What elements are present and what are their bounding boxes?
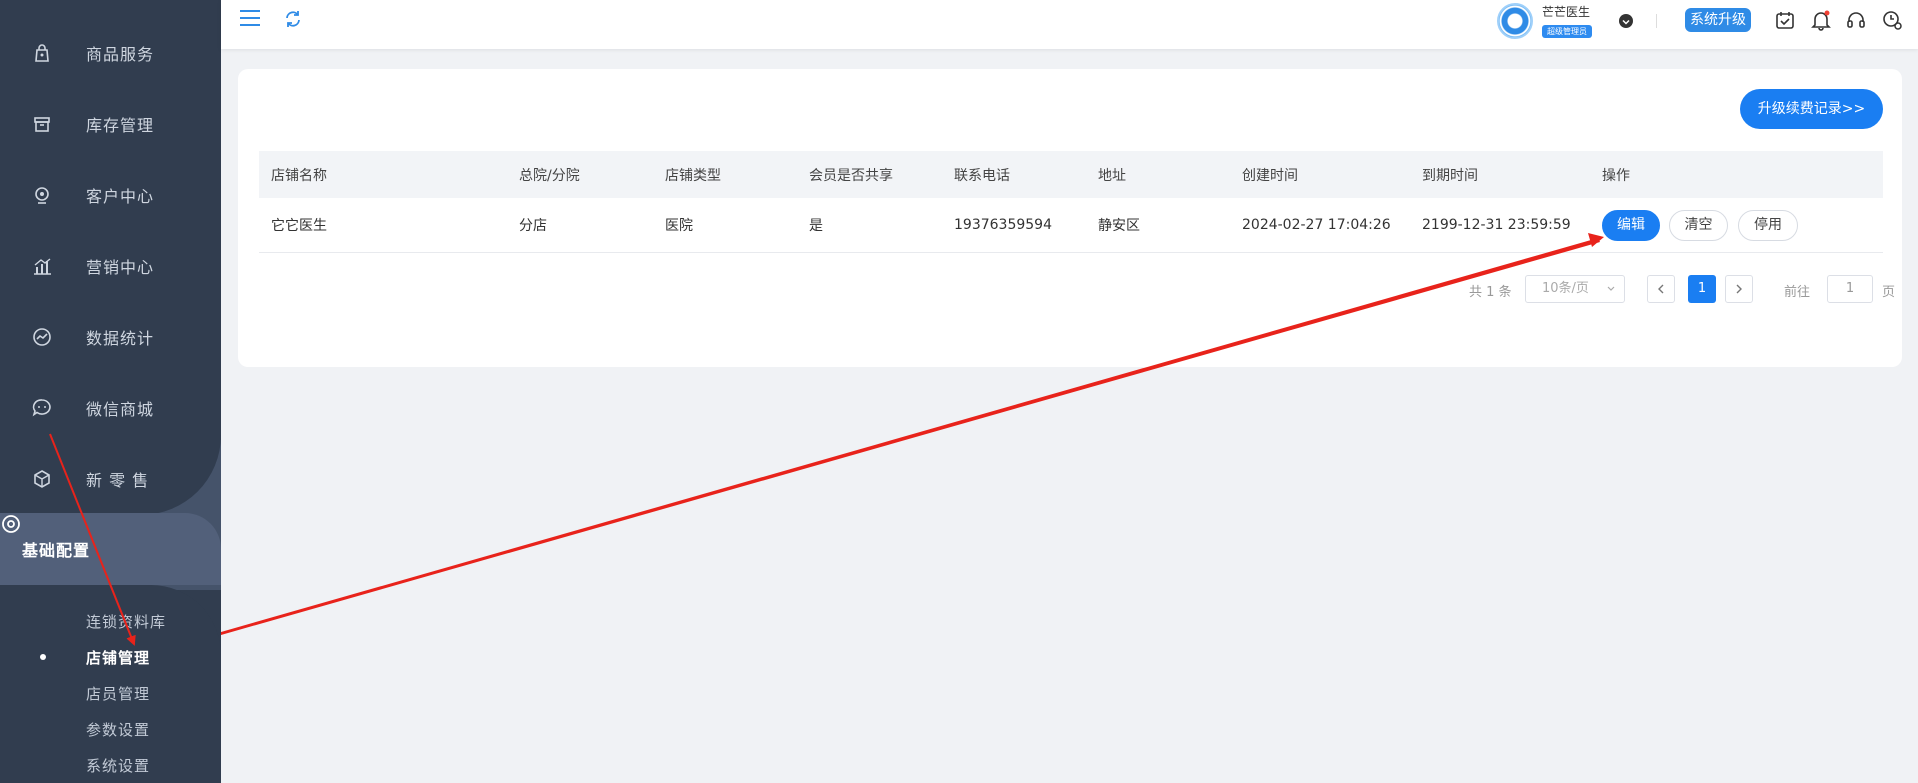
subitem-chain-library[interactable]: 连锁资料库 bbox=[86, 611, 166, 632]
table-row: 它它医生 分店 医院 是 19376359594 静安区 2024-02-27 … bbox=[259, 198, 1883, 253]
column-header: 联系电话 bbox=[954, 167, 1010, 184]
column-header: 到期时间 bbox=[1422, 167, 1478, 184]
sidebar: 商品服务 库存管理 客户中心 营销中心 数据统计 微信商城 新 零 售 基础配置… bbox=[0, 0, 221, 783]
cube-icon bbox=[31, 468, 53, 490]
branch-type-cell: 分店 bbox=[519, 218, 547, 234]
column-header: 店铺名称 bbox=[271, 167, 327, 184]
expire-time-cell: 2199-12-31 23:59:59 bbox=[1422, 217, 1571, 233]
created-time-cell: 2024-02-27 17:04:26 bbox=[1242, 217, 1391, 233]
goto-label: 前往 bbox=[1784, 285, 1811, 300]
store-list-card: 升级续费记录>> 店铺名称 总院/分院 店铺类型 会员是否共享 联系电话 地址 … bbox=[238, 69, 1902, 367]
sidebar-item-customers[interactable]: 客户中心 bbox=[0, 159, 221, 230]
chevron-right-icon bbox=[1736, 284, 1742, 294]
sidebar-item-label: 新 零 售 bbox=[86, 470, 150, 490]
subitem-staff-management[interactable]: 店员管理 bbox=[86, 683, 150, 704]
sidebar-item-label: 营销中心 bbox=[86, 257, 155, 277]
store-table: 店铺名称 总院/分院 店铺类型 会员是否共享 联系电话 地址 创建时间 到期时间… bbox=[259, 151, 1883, 253]
table-header: 店铺名称 总院/分院 店铺类型 会员是否共享 联系电话 地址 创建时间 到期时间… bbox=[259, 151, 1883, 198]
bag-icon bbox=[31, 42, 53, 64]
active-dot bbox=[40, 654, 46, 660]
chevron-left-icon bbox=[1658, 284, 1664, 294]
subitem-parameter-settings[interactable]: 参数设置 bbox=[86, 719, 150, 740]
system-upgrade-button[interactable]: 系统升级 bbox=[1685, 8, 1751, 32]
page-number-current[interactable]: 1 bbox=[1688, 275, 1716, 303]
address-cell: 静安区 bbox=[1098, 218, 1140, 234]
box-icon bbox=[31, 113, 53, 135]
disable-button[interactable]: 停用 bbox=[1738, 210, 1798, 241]
chat-icon bbox=[31, 397, 53, 419]
sidebar-item-label: 商品服务 bbox=[86, 44, 155, 64]
goto-page-input[interactable]: 1 bbox=[1827, 275, 1873, 303]
column-header: 地址 bbox=[1098, 167, 1126, 184]
bar-chart-icon bbox=[31, 255, 53, 277]
sidebar-item-statistics[interactable]: 数据统计 bbox=[0, 301, 221, 372]
prev-page-button[interactable] bbox=[1647, 275, 1675, 303]
calendar-check-icon[interactable] bbox=[1774, 9, 1796, 31]
avatar[interactable] bbox=[1497, 3, 1533, 39]
user-head-icon bbox=[31, 184, 53, 206]
trend-icon bbox=[31, 326, 53, 348]
top-bar: 芒芒医生 超级管理员 系统升级 bbox=[221, 0, 1918, 49]
bell-icon[interactable] bbox=[1810, 9, 1832, 31]
column-header: 总院/分院 bbox=[519, 167, 580, 184]
column-header: 会员是否共享 bbox=[809, 167, 893, 184]
sidebar-item-new-retail[interactable]: 新 零 售 bbox=[0, 443, 221, 514]
page-size-select[interactable]: 10条/页 bbox=[1525, 275, 1625, 303]
chevron-down-icon[interactable] bbox=[1619, 14, 1633, 28]
user-clock-icon[interactable] bbox=[1881, 9, 1903, 31]
sidebar-item-marketing[interactable]: 营销中心 bbox=[0, 230, 221, 301]
column-header: 操作 bbox=[1602, 167, 1630, 184]
subitem-system-settings[interactable]: 系统设置 bbox=[86, 755, 150, 776]
phone-cell: 19376359594 bbox=[954, 217, 1052, 233]
upgrade-renewal-records-button[interactable]: 升级续费记录>> bbox=[1740, 89, 1883, 129]
store-name-cell: 它它医生 bbox=[271, 218, 327, 234]
member-share-cell: 是 bbox=[809, 218, 823, 234]
hamburger-menu-icon[interactable] bbox=[239, 9, 261, 27]
sidebar-item-label: 微信商城 bbox=[86, 399, 155, 419]
sidebar-item-label: 数据统计 bbox=[86, 328, 155, 348]
page-unit-label: 页 bbox=[1882, 285, 1896, 300]
column-header: 创建时间 bbox=[1242, 167, 1298, 184]
headset-icon[interactable] bbox=[1845, 9, 1867, 31]
subitem-store-management[interactable]: 店铺管理 bbox=[86, 647, 150, 668]
divider bbox=[1656, 14, 1657, 28]
sidebar-item-inventory[interactable]: 库存管理 bbox=[0, 88, 221, 159]
edit-button[interactable]: 编辑 bbox=[1602, 210, 1660, 241]
sidebar-item-label: 库存管理 bbox=[86, 115, 155, 135]
pagination-total: 共 1 条 bbox=[1469, 285, 1512, 300]
user-name: 芒芒医生 bbox=[1542, 5, 1591, 19]
sidebar-item-label: 基础配置 bbox=[22, 541, 91, 560]
store-type-cell: 医院 bbox=[665, 218, 693, 234]
sidebar-item-goods[interactable]: 商品服务 bbox=[0, 17, 221, 88]
refresh-icon[interactable] bbox=[283, 9, 303, 29]
column-header: 店铺类型 bbox=[665, 167, 721, 184]
user-role-badge: 超级管理员 bbox=[1542, 25, 1592, 38]
sidebar-item-wechat-mall[interactable]: 微信商城 bbox=[0, 372, 221, 443]
next-page-button[interactable] bbox=[1725, 275, 1753, 303]
settings-icon bbox=[0, 515, 22, 539]
page-size-value: 10条/页 bbox=[1542, 281, 1589, 296]
clear-button[interactable]: 清空 bbox=[1669, 210, 1728, 241]
chevron-down-icon bbox=[1606, 276, 1616, 312]
sidebar-item-label: 客户中心 bbox=[86, 186, 155, 206]
sidebar-item-basic-config[interactable]: 基础配置 bbox=[0, 513, 221, 585]
